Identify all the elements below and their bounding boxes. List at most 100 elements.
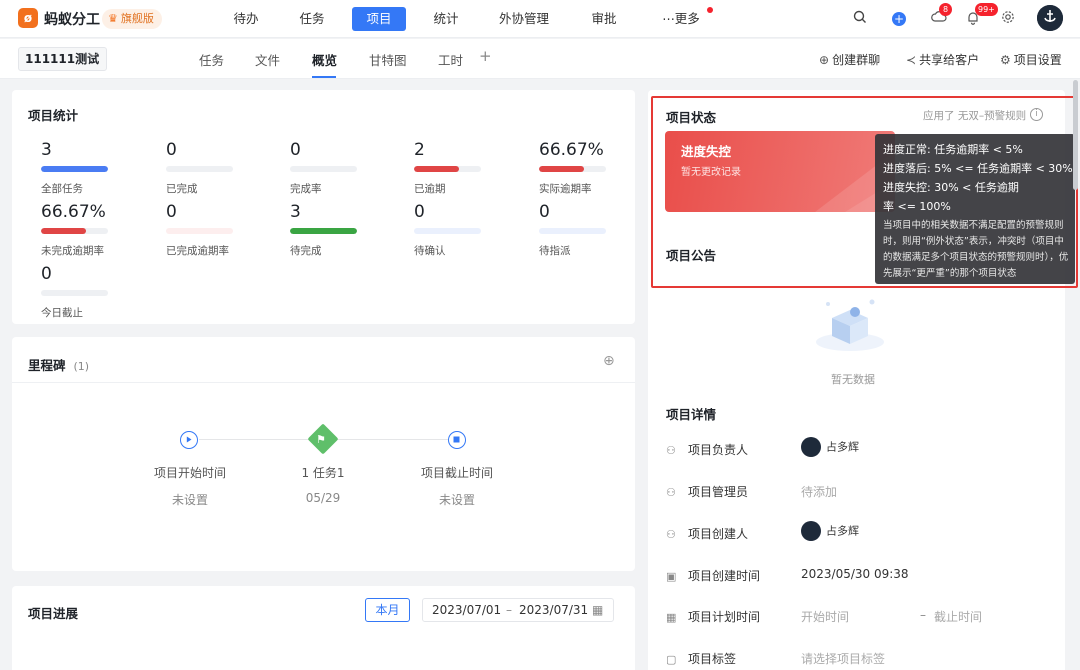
detail-admin-value[interactable]: 待添加	[801, 483, 837, 500]
stat-value: 3	[41, 140, 52, 160]
user-icon: ⚇	[666, 444, 676, 457]
stat-label: 完成率	[290, 183, 322, 195]
tooltip-rule-behind: 进度落后: 5% <= 任务逾期率 < 30%	[883, 162, 1073, 175]
tag-icon: ▢	[666, 653, 677, 666]
active-tab-indicator	[312, 76, 336, 78]
tab-files[interactable]: 文件	[255, 50, 280, 69]
nav-statistics[interactable]: 统计	[426, 7, 466, 31]
stat-label: 已完成	[166, 183, 198, 195]
milestone-task-title: 1 任务1	[301, 466, 345, 480]
date-range-picker[interactable]: 2023/07/01 – 2023/07/31 ▦	[422, 598, 614, 622]
stat-progress-fill	[41, 166, 108, 172]
crown-icon: ♛	[108, 12, 118, 25]
status-rule-tooltip: 进度正常: 任务逾期率 < 5% 进度落后: 5% <= 任务逾期率 < 30%…	[875, 134, 1075, 284]
stat-progress-bar	[166, 166, 233, 172]
stat-progress-bar	[414, 166, 481, 172]
edition-label: 旗舰版	[120, 12, 154, 25]
stat-label: 全部任务	[41, 183, 83, 195]
milestone-title: 里程碑 (1)	[28, 355, 89, 374]
project-settings-label: 项目设置	[1013, 53, 1062, 67]
tab-worktime[interactable]: 工时	[438, 50, 463, 69]
scrollbar[interactable]	[1073, 80, 1078, 190]
project-select[interactable]: 111111测试 ﹀	[18, 47, 107, 71]
search-icon[interactable]	[851, 10, 869, 28]
milestone-task[interactable]: 1 任务1 05/29	[263, 464, 383, 505]
tab-tasks[interactable]: 任务	[199, 50, 224, 69]
tab-overview[interactable]: 概览	[312, 50, 337, 69]
nav-outsourcing[interactable]: 外协管理	[494, 7, 554, 31]
gear-icon[interactable]	[999, 10, 1017, 28]
brand-name[interactable]: 蚂蚁分工	[44, 9, 100, 29]
stat-progress-bar	[414, 228, 481, 234]
stat-value: 0	[166, 202, 177, 222]
stat-progress-bar	[539, 166, 606, 172]
milestone-end: 项目截止时间 未设置	[397, 464, 517, 508]
owner-avatar	[801, 437, 821, 457]
share-to-client-label: 共享给客户	[919, 53, 980, 67]
stop-icon[interactable]	[448, 431, 466, 449]
app-logo-icon[interactable]: ø	[18, 8, 38, 28]
flag-icon: ⚑	[316, 433, 326, 446]
tags-select[interactable]: 请选择项目标签	[801, 650, 885, 667]
tooltip-rule-out-of-control-cont: 率 <= 100%	[883, 200, 951, 213]
create-group-chat-button[interactable]: ⊕ 创建群聊	[819, 51, 880, 68]
stat-value: 66.67%	[41, 202, 106, 222]
detail-creator-value: 占多辉	[801, 521, 859, 541]
stat-progress-fill	[290, 228, 357, 234]
date-start: 2023/07/01	[432, 603, 502, 617]
nav-more[interactable]: ⋯更多	[656, 7, 706, 31]
creator-name: 占多辉	[826, 524, 859, 538]
chevron-down-icon: ﹀	[88, 54, 98, 64]
milestone-count: (1)	[73, 360, 90, 373]
user-add-icon: ⚇	[666, 528, 676, 541]
nav-todo[interactable]: 待办	[226, 7, 266, 31]
user-avatar[interactable]	[1037, 5, 1063, 31]
plan-end-input[interactable]: 截止时间	[934, 608, 982, 625]
stat-value: 3	[290, 202, 301, 222]
nav-approval[interactable]: 审批	[584, 7, 624, 31]
detail-owner-value[interactable]: 占多辉	[801, 437, 859, 457]
detail-tags-label: ▢ 项目标签	[666, 650, 736, 667]
milestone-task-date: 05/29	[305, 491, 341, 505]
creator-avatar	[801, 521, 821, 541]
stat-progress-bar	[539, 228, 606, 234]
calendar-plus-icon: ▣	[666, 570, 677, 583]
stat-progress-fill	[414, 166, 459, 172]
add-milestone-icon[interactable]: ⊕	[603, 353, 615, 369]
stat-progress-bar	[290, 166, 357, 172]
plan-start-input[interactable]: 开始时间	[801, 608, 849, 625]
detail-created-time-text: 项目创建时间	[688, 569, 761, 583]
add-circle-icon[interactable]: +	[892, 12, 906, 26]
chat-plus-icon: ⊕	[819, 53, 830, 67]
empty-text: 暂无数据	[831, 373, 875, 386]
add-tab-button[interactable]: +	[479, 47, 492, 65]
stat-value: 0	[166, 140, 177, 160]
tooltip-rule-out-of-control: 进度失控: 30% < 任务逾期	[883, 181, 1019, 194]
tab-gantt[interactable]: 甘特图	[369, 50, 407, 69]
project-progress-title: 项目进展	[28, 606, 79, 621]
play-icon[interactable]	[180, 431, 198, 449]
milestone-end-title: 项目截止时间	[420, 466, 493, 480]
detail-created-time-label: ▣ 项目创建时间	[666, 567, 760, 584]
edition-badge: ♛ 旗舰版	[102, 9, 162, 29]
detail-creator-label: ⚇ 项目创建人	[666, 525, 748, 542]
stat-label: 实际逾期率	[539, 183, 592, 195]
calendar-icon: ▦	[592, 603, 604, 617]
share-to-client-button[interactable]: ≺ 共享给客户	[906, 51, 979, 68]
milestone-title-text: 里程碑	[28, 358, 66, 373]
nav-projects[interactable]: 项目	[352, 7, 406, 31]
milestone-end-value: 未设置	[438, 493, 475, 507]
detail-owner-label: ⚇ 项目负责人	[666, 441, 748, 458]
nav-tasks[interactable]: 任务	[292, 7, 332, 31]
milestone-divider	[12, 382, 635, 383]
detail-admin-label: ⚇ 项目管理员	[666, 483, 748, 500]
stat-item: 0 今日截止	[41, 264, 131, 320]
stat-value: 0	[414, 202, 425, 222]
this-month-button[interactable]: 本月	[365, 598, 410, 622]
stat-value: 66.67%	[539, 140, 604, 160]
project-settings-button[interactable]: ⚙ 项目设置	[1000, 51, 1062, 68]
stat-value: 0	[290, 140, 301, 160]
stat-progress-fill	[41, 228, 86, 234]
stat-value: 2	[414, 140, 425, 160]
stat-label: 待指派	[539, 245, 571, 257]
